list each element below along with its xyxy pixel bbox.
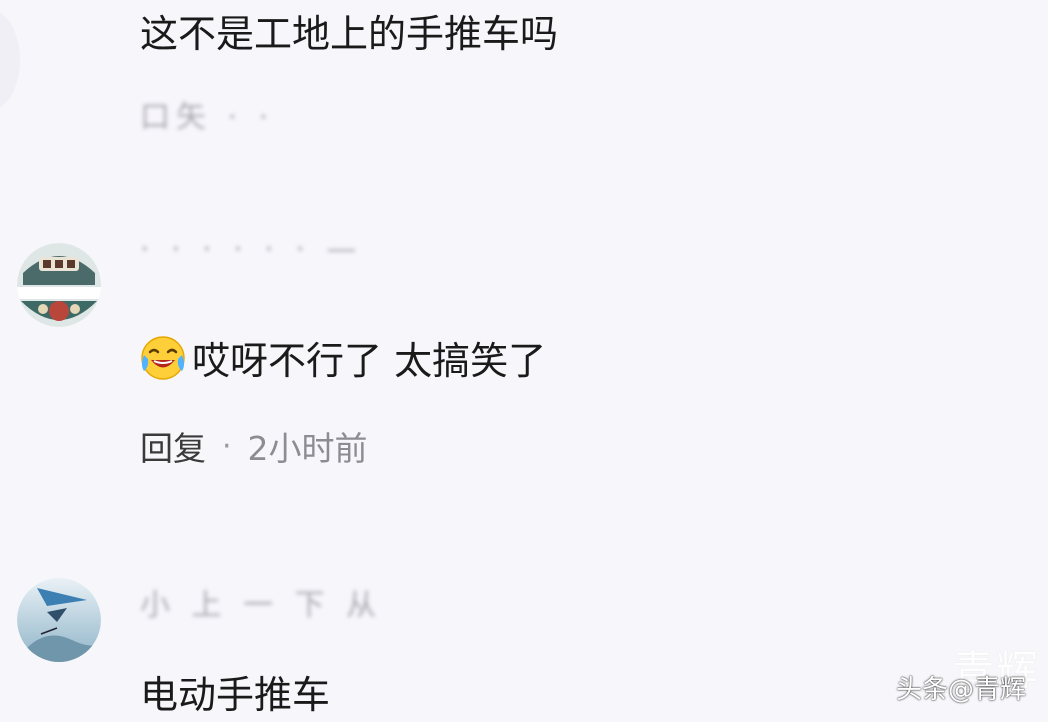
avatar-sky-icon[interactable]: [17, 578, 101, 662]
watermark-text: 头条@青辉: [895, 675, 1026, 705]
comment-username[interactable]: 口矢 · ·: [140, 92, 274, 136]
comment-text: 这不是工地上的手推车吗: [140, 12, 559, 56]
comment-text-content: 哎呀不行了 太搞笑了: [192, 339, 547, 383]
reply-button[interactable]: 回复: [140, 422, 206, 470]
comment-meta: 回复 · 2小时前: [140, 422, 368, 470]
comment-timestamp: 2小时前: [247, 429, 368, 468]
comment-feed: 这不是工地上的手推车吗 口矢 · · · · · · · · — 哎呀不行了 太…: [0, 0, 1048, 722]
comment-username[interactable]: 小 上 一 下 从: [140, 580, 382, 624]
avatar-badge-icon[interactable]: [17, 243, 101, 327]
avatar-partial-icon[interactable]: [0, 10, 20, 110]
watermark: 头条@青辉: [896, 669, 1026, 706]
separator-dot: ·: [222, 428, 232, 464]
comment-text: 电动手推车: [140, 673, 331, 717]
laughing-crying-emoji-icon: [140, 335, 186, 381]
comment-username[interactable]: · · · · · · —: [140, 232, 362, 267]
comment-text: 哎呀不行了 太搞笑了: [140, 330, 546, 385]
